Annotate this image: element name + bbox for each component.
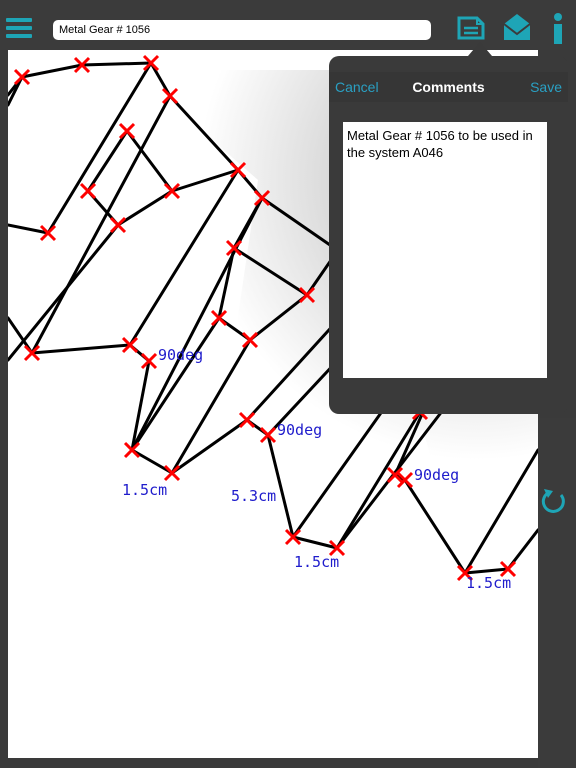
comments-popup: Cancel Comments Save Metal Gear # 1056 t… (329, 56, 568, 414)
popup-arrow (468, 42, 492, 56)
point-marker[interactable] (238, 411, 256, 429)
comment-textarea[interactable]: Metal Gear # 1056 to be used in the syst… (343, 122, 547, 378)
point-marker[interactable] (163, 464, 181, 482)
drawing-title-input[interactable] (53, 20, 431, 40)
point-marker[interactable] (118, 122, 136, 140)
measurement-label: 90deg (277, 421, 323, 439)
right-side-panel (538, 418, 576, 768)
measurement-label: 5.3cm (231, 487, 277, 505)
mail-icon[interactable] (503, 12, 531, 47)
measurement-label: 1.5cm (122, 481, 168, 499)
measurement-label: 90deg (414, 466, 460, 484)
info-icon[interactable] (550, 12, 566, 49)
measurement-label: 1.5cm (294, 553, 340, 571)
rotate-reset-icon[interactable] (540, 486, 568, 519)
measurement-label: 90deg (158, 346, 204, 364)
hamburger-menu-icon[interactable] (6, 16, 32, 40)
save-button[interactable]: Save (530, 79, 562, 95)
measurement-label: 1.5cm (466, 574, 512, 592)
point-marker[interactable] (79, 182, 97, 200)
point-marker[interactable] (109, 216, 127, 234)
